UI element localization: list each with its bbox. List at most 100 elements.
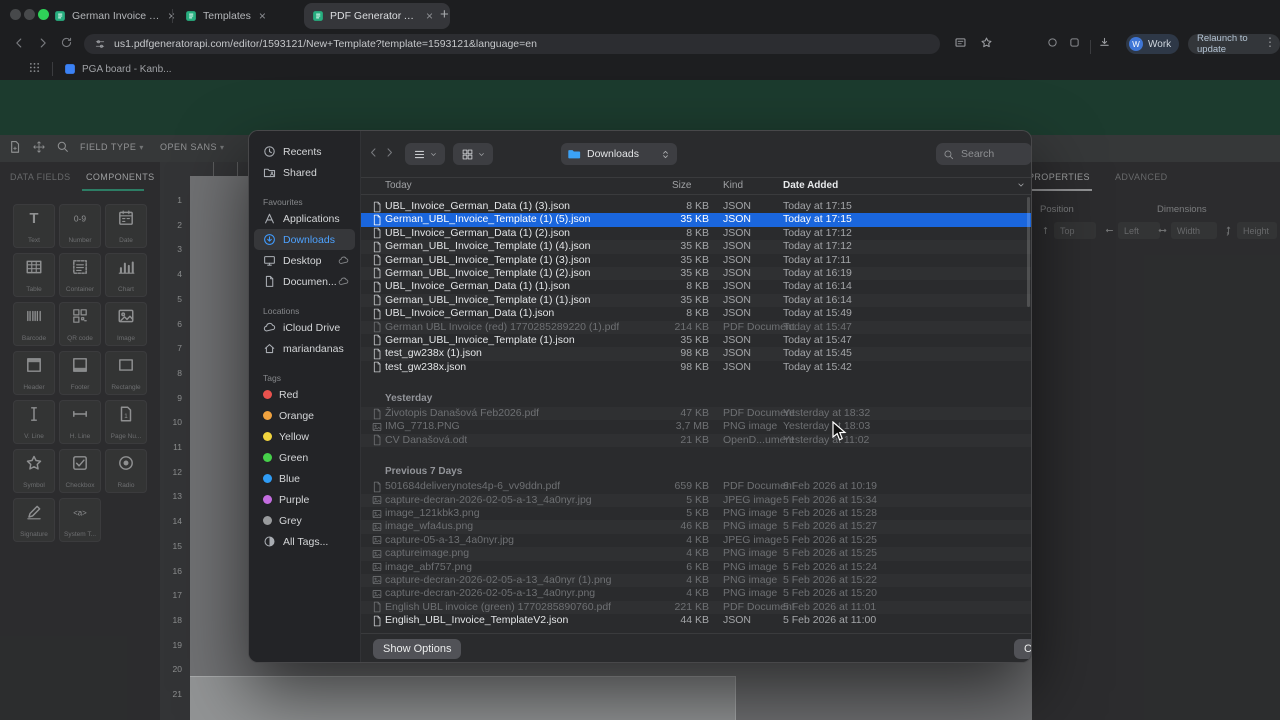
file-name: German_UBL_Invoice_Template (1) (5).json [385,213,590,226]
file-row[interactable]: image_121kbk3.png5 KBPNG image5 Feb 2026… [361,507,1032,520]
sidebar-item-yellow[interactable]: Yellow [254,426,355,447]
file-size: 4 KB [609,547,709,560]
file-row[interactable]: German_UBL_Invoice_Template (1).json35 K… [361,334,1032,347]
sidebar-item-applications[interactable]: Applications [254,208,355,229]
file-row[interactable]: UBL_Invoice_German_Data (1).json8 KBJSON… [361,307,1032,320]
file-row[interactable]: Životopis Današová Feb2026.pdf47 KBPDF D… [361,407,1032,420]
file-row[interactable]: capture-decran-2026-02-05-a-13_4a0nyr.pn… [361,587,1032,600]
sidebar-item-desktop[interactable]: Desktop [254,250,355,271]
file-row[interactable]: German_UBL_Invoice_Template (1) (3).json… [361,254,1032,267]
sidebar-item-orange[interactable]: Orange [254,405,355,426]
search-field[interactable] [936,143,1032,165]
sidebar-item-label: Desktop [283,255,322,267]
browser-tab-2[interactable]: PDF Generator API – Most fle× [304,3,450,29]
file-row[interactable]: image_wfa4us.png46 KBPNG image5 Feb 2026… [361,520,1032,533]
dialog-main: Downloads Today Size Kind Date Added UBL… [361,131,1032,662]
file-row[interactable]: CV Današová.odt21 KBOpenD...umentYesterd… [361,434,1032,447]
sidebar-item-label: Green [279,452,308,464]
file-row[interactable]: capture-05-a-13_4a0nyr.jpg4 KBJPEG image… [361,534,1032,547]
file-date-added: 5 Feb 2026 at 15:28 [783,507,877,520]
apps-grid-icon[interactable] [28,61,41,74]
file-size: 35 KB [609,213,709,226]
file-name: UBL_Invoice_German_Data (1) (2).json [385,227,570,240]
sidebar-item-recents[interactable]: Recents [254,141,355,162]
sidebar-item-grey[interactable]: Grey [254,510,355,531]
file-row[interactable]: UBL_Invoice_German_Data (1) (1).json8 KB… [361,280,1032,293]
file-row[interactable]: German_UBL_Invoice_Template (1) (2).json… [361,267,1032,280]
nav-forward-icon[interactable] [383,146,396,159]
file-row[interactable]: German_UBL_Invoice_Template (1) (5).json… [361,213,1032,226]
new-tab-button[interactable]: + [440,6,449,23]
sidebar-item-green[interactable]: Green [254,447,355,468]
list-view-button[interactable] [405,143,445,165]
back-icon[interactable] [12,36,26,50]
file-row[interactable]: UBL_Invoice_German_Data (1) (2).json8 KB… [361,227,1032,240]
profile-chip[interactable]: W Work [1126,34,1179,54]
document-file-icon [371,294,383,306]
sidebar-item-label: Grey [279,515,302,527]
search-input[interactable] [959,147,1023,161]
file-row[interactable]: test_gw238x.json98 KBJSONToday at 15:42 [361,361,1032,374]
extension-icon[interactable] [1046,36,1059,49]
browser-tab-0[interactable]: German Invoice Template (2)× [46,3,188,29]
download-circle-icon [263,233,276,246]
sidebar-item-icloud-drive[interactable]: iCloud Drive [254,317,355,338]
file-row[interactable]: capture-decran-2026-02-05-a-13_4a0nyr.jp… [361,494,1032,507]
file-row[interactable]: UBL_Invoice_German_Data (1) (3).json8 KB… [361,200,1032,213]
cancel-button[interactable]: Cancel [1014,639,1032,659]
sort-chevron-icon[interactable] [1016,180,1026,190]
sidebar-item-blue[interactable]: Blue [254,468,355,489]
tab-close-icon[interactable]: × [426,9,433,23]
tab-favicon [54,10,66,22]
file-date-added: Today at 15:45 [783,347,852,360]
sidebar-item-all-tags-[interactable]: All Tags... [254,531,355,552]
window-minimize-button[interactable] [24,9,35,20]
column-date-added[interactable]: Date Added [783,180,838,191]
downloads-icon[interactable] [1098,36,1111,49]
sidebar-item-mariandanas[interactable]: mariandanas [254,338,355,359]
file-date-added: 5 Feb 2026 at 15:24 [783,561,877,574]
file-name: Životopis Današová Feb2026.pdf [385,407,539,420]
column-size[interactable]: Size [672,180,691,191]
file-row[interactable]: German_UBL_Invoice_Template (1) (4).json… [361,240,1032,253]
document-file-icon [371,361,383,373]
file-row[interactable]: image_abf757.png6 KBPNG image5 Feb 2026 … [361,561,1032,574]
bookmark-star-icon[interactable] [980,36,993,49]
address-bar[interactable]: us1.pdfgeneratorapi.com/editor/1593121/N… [84,34,940,54]
icon-view-button[interactable] [453,143,493,165]
file-row[interactable]: German_UBL_Invoice_Template (1) (1).json… [361,294,1032,307]
reload-icon[interactable] [60,36,73,49]
show-options-button[interactable]: Show Options [373,639,461,659]
window-close-button[interactable] [10,9,21,20]
tab-close-icon[interactable]: × [259,9,266,23]
file-row[interactable]: English_UBL_Invoice_TemplateV2.json44 KB… [361,614,1032,627]
file-row[interactable]: IMG_7718.PNG3,7 MBPNG imageYesterday at … [361,420,1032,433]
browser-menu-icon[interactable]: ⋮ [1264,35,1276,49]
sidebar-item-shared[interactable]: Shared [254,162,355,183]
sidebar-item-red[interactable]: Red [254,384,355,405]
scrollbar-thumb[interactable] [1027,197,1030,307]
file-row[interactable]: English UBL invoice (green) 177028589076… [361,601,1032,614]
reading-mode-icon[interactable] [954,36,967,49]
sidebar-item-purple[interactable]: Purple [254,489,355,510]
sidebar-item-documen-[interactable]: Documen... [254,271,355,292]
file-date-added: 5 Feb 2026 at 15:34 [783,494,877,507]
file-row[interactable]: capture-decran-2026-02-05-a-13_4a0nyr (1… [361,574,1032,587]
site-settings-icon[interactable] [94,38,106,50]
file-row[interactable]: test_gw238x (1).json98 KBJSONToday at 15… [361,347,1032,360]
nav-back-icon[interactable] [367,146,380,159]
bookmark-item[interactable]: PGA board - Kanb... [64,61,172,77]
image-file-icon [371,561,383,573]
column-kind[interactable]: Kind [723,180,743,191]
file-size: 47 KB [609,407,709,420]
sidebar-item-downloads[interactable]: Downloads [254,229,355,250]
forward-icon[interactable] [36,36,50,50]
file-size: 221 KB [609,601,709,614]
list-header[interactable]: Today Size Kind Date Added [361,177,1032,195]
extension2-icon[interactable] [1068,36,1081,49]
file-row[interactable]: German UBL Invoice (red) 1770285289220 (… [361,321,1032,334]
file-row[interactable]: 501684deliverynotes4p-6_vv9ddn.pdf659 KB… [361,480,1032,493]
browser-tab-1[interactable]: Templates× [177,3,315,29]
location-dropdown[interactable]: Downloads [561,143,677,165]
file-row[interactable]: captureimage.png4 KBPNG image5 Feb 2026 … [361,547,1032,560]
